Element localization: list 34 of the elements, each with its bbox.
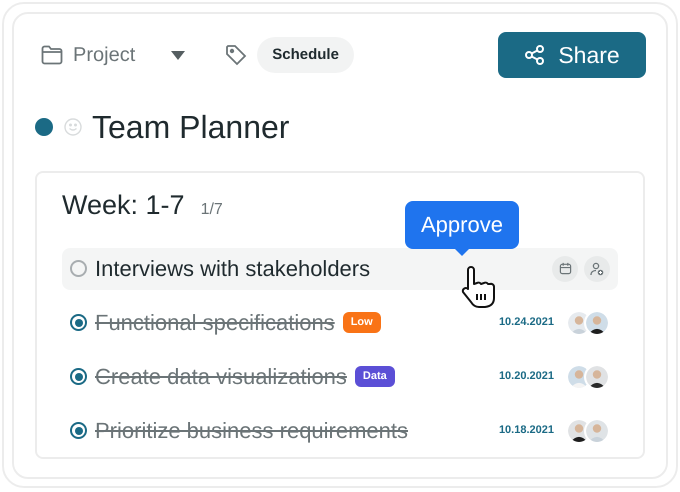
add-person-button[interactable] bbox=[584, 256, 610, 282]
unchecked-radio[interactable] bbox=[70, 260, 87, 277]
caret-icon[interactable] bbox=[171, 50, 186, 60]
calendar-button[interactable] bbox=[552, 256, 578, 282]
hand-cursor-icon bbox=[459, 266, 497, 310]
checked-radio[interactable] bbox=[70, 368, 87, 385]
calendar-icon bbox=[558, 262, 572, 275]
task-title: Create data visualizations bbox=[95, 363, 347, 391]
due-date: 10.24.2021 bbox=[498, 315, 554, 330]
tag: Low bbox=[342, 312, 381, 333]
checked-radio[interactable] bbox=[70, 422, 87, 439]
task-row[interactable]: Interviews with stakeholders bbox=[62, 248, 618, 290]
share-button[interactable]: Share bbox=[498, 32, 646, 78]
project-dropdown-label[interactable]: Project bbox=[73, 40, 136, 70]
due-date: 10.18.2021 bbox=[498, 423, 554, 438]
task-row[interactable]: Create data visualizations Data 10.20.2021 bbox=[62, 356, 618, 398]
tooltip: Approve bbox=[405, 200, 519, 248]
task-row[interactable]: Prioritize business requirements 10.18.2021 bbox=[62, 410, 618, 452]
tag: Data bbox=[354, 366, 395, 387]
tag-icon[interactable] bbox=[225, 44, 248, 66]
task-title: Interviews with stakeholders bbox=[95, 255, 370, 283]
share-icon bbox=[524, 44, 546, 66]
checked-radio[interactable] bbox=[70, 314, 87, 331]
folder-icon bbox=[41, 45, 63, 65]
task-row[interactable]: Functional specifications Low 10.24.2021 bbox=[62, 302, 618, 344]
week-count: 1/7 bbox=[200, 200, 223, 220]
due-date: 10.20.2021 bbox=[498, 369, 554, 384]
week-title: Week: 1-7 bbox=[62, 189, 185, 222]
add-person-icon bbox=[590, 262, 604, 276]
page-title: Team Planner bbox=[92, 108, 290, 147]
task-title: Prioritize business requirements bbox=[95, 417, 408, 445]
task-title: Functional specifications bbox=[95, 309, 335, 337]
tooltip-pointer bbox=[454, 248, 469, 256]
tag-chip[interactable]: Schedule bbox=[257, 37, 354, 73]
